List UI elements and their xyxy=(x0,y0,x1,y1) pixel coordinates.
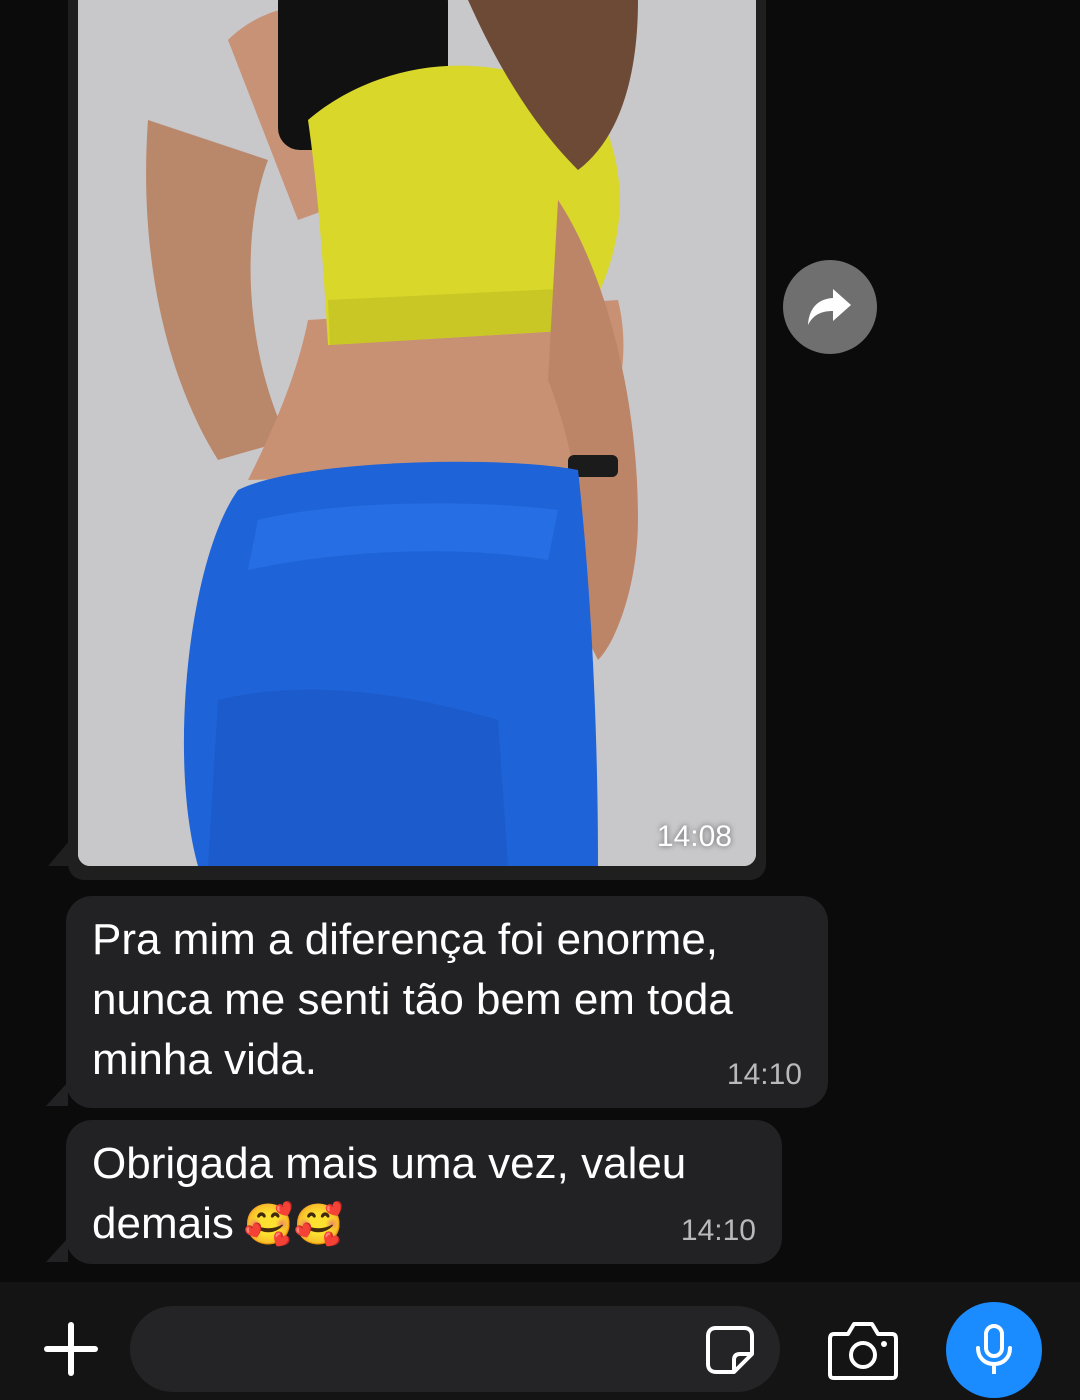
bubble-tail xyxy=(48,840,70,866)
message-text: Obrigada mais uma vez, valeu demais 🥰🥰 xyxy=(92,1134,756,1255)
composer-bar xyxy=(0,1282,1080,1400)
message-time: 14:08 xyxy=(656,820,732,853)
chat-area: 14:08 Pra mim a diferença foi enorme, nu… xyxy=(0,0,1080,1282)
microphone-icon xyxy=(976,1324,1012,1374)
photo-image xyxy=(78,0,756,866)
bubble-tail xyxy=(46,1082,68,1106)
emoji-text: 🥰🥰 xyxy=(243,1203,344,1247)
camera-icon xyxy=(828,1322,898,1380)
camera-button[interactable] xyxy=(826,1318,900,1382)
attach-button[interactable] xyxy=(38,1316,104,1382)
forward-button[interactable] xyxy=(783,260,877,354)
message-time: 14:10 xyxy=(680,1214,756,1247)
message-text: Pra mim a diferença foi enorme, nunca me… xyxy=(92,915,733,1084)
message-text-body: Obrigada mais uma vez, valeu demais xyxy=(92,1139,687,1248)
sticker-icon xyxy=(706,1326,754,1374)
message-time: 14:10 xyxy=(726,1058,802,1091)
forward-arrow-icon xyxy=(808,289,851,325)
message-bubble[interactable]: Pra mim a diferença foi enorme, nunca me… xyxy=(66,896,828,1108)
sticker-button[interactable] xyxy=(702,1322,758,1378)
message-input[interactable] xyxy=(130,1306,780,1392)
message-bubble[interactable]: Obrigada mais uma vez, valeu demais 🥰🥰 14… xyxy=(66,1120,782,1264)
bubble-tail xyxy=(46,1238,68,1262)
image-message[interactable]: 14:08 xyxy=(78,0,756,866)
voice-message-button[interactable] xyxy=(946,1302,1042,1398)
plus-icon xyxy=(44,1322,98,1376)
message-input-field[interactable] xyxy=(156,1324,700,1376)
